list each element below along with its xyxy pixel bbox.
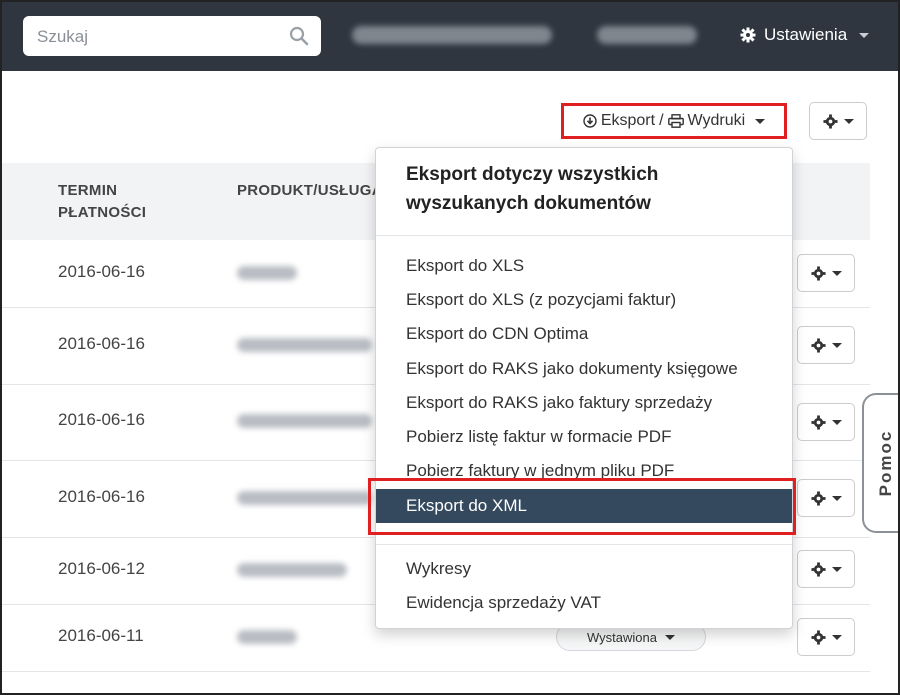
export-label: Eksport [600, 112, 656, 129]
menu-item-export-raks-accounting[interactable]: Eksport do RAKS jako dokumenty księgowe [376, 352, 792, 386]
export-dropdown-menu: Eksport dotyczy wszystkich wyszukanych d… [375, 147, 793, 629]
settings-menu[interactable]: Ustawienia [740, 23, 870, 47]
divider [376, 235, 792, 236]
chevron-down-icon [831, 342, 842, 348]
redacted-product-cell [237, 266, 297, 280]
due-date-cell: 2016-06-12 [58, 559, 145, 578]
redacted-product-cell [237, 491, 372, 505]
due-date-cell: 2016-06-16 [58, 262, 145, 281]
dropdown-header-line: wyszukanych dokumentów [406, 193, 651, 214]
chevron-down-icon [831, 270, 842, 276]
column-header-product[interactable]: PRODUKT/USŁUGA [237, 180, 377, 202]
search-input[interactable] [35, 16, 289, 58]
gear-icon [822, 113, 838, 129]
toolbar-settings-button[interactable] [809, 102, 867, 140]
gear-icon [810, 490, 826, 506]
redacted-product-cell [237, 563, 347, 577]
row-actions-button[interactable] [797, 550, 855, 588]
row-actions-button[interactable] [797, 326, 855, 364]
column-header-due-date[interactable]: TERMIN PŁATNOŚCI [58, 180, 188, 224]
help-tab[interactable]: Pomoc [862, 393, 900, 533]
menu-item-download-invoices-single-pdf[interactable]: Pobierz faktury w jednym pliku PDF [376, 454, 792, 488]
gear-icon [810, 337, 826, 353]
chevron-down-icon [843, 118, 854, 124]
menu-item-export-xls-items[interactable]: Eksport do XLS (z pozycjami faktur) [376, 283, 792, 317]
menu-item-download-invoice-list-pdf[interactable]: Pobierz listę faktur w formacie PDF [376, 420, 792, 454]
redacted-product-cell [237, 630, 297, 644]
chevron-down-icon [664, 634, 675, 640]
divider [376, 544, 792, 545]
export-separator: / [659, 112, 664, 129]
dropdown-header-line: Eksport dotyczy wszystkich [406, 164, 659, 185]
due-date-cell: 2016-06-16 [58, 410, 145, 429]
redacted-user-menu[interactable] [352, 26, 552, 44]
redacted-product-cell [237, 414, 372, 428]
print-icon [667, 114, 684, 128]
chevron-down-icon [831, 634, 842, 640]
menu-item-export-xml[interactable]: Eksport do XML [376, 489, 792, 523]
search-box [23, 16, 321, 58]
due-date-cell: 2016-06-11 [58, 626, 144, 645]
menu-item-export-raks-invoices[interactable]: Eksport do RAKS jako faktury sprzedaży [376, 386, 792, 420]
row-actions-button[interactable] [797, 403, 855, 441]
help-tab-label: Pomoc [876, 429, 895, 497]
menu-item-vat-sales-register[interactable]: Ewidencja sprzedaży VAT [376, 586, 792, 620]
row-actions-button[interactable] [797, 254, 855, 292]
gear-icon [810, 629, 826, 645]
gear-icon [810, 414, 826, 430]
gear-icon [810, 265, 826, 281]
redacted-company-menu[interactable] [597, 26, 697, 44]
column-header-line: PŁATNOŚCI [58, 204, 147, 221]
chevron-down-icon [831, 419, 842, 425]
chevron-down-icon [859, 32, 870, 38]
column-header-line: TERMIN [58, 182, 118, 199]
top-navbar: Ustawienia [0, 0, 900, 71]
status-label: Wystawiona [587, 629, 657, 645]
gear-icon [810, 561, 826, 577]
due-date-cell: 2016-06-16 [58, 487, 145, 506]
print-label: Wydruki [687, 112, 746, 129]
search-icon[interactable] [289, 26, 309, 46]
row-actions-button[interactable] [797, 618, 855, 656]
chevron-down-icon [831, 495, 842, 501]
download-icon [583, 114, 597, 128]
row-actions-button[interactable] [797, 479, 855, 517]
chevron-down-icon [831, 566, 842, 572]
export-print-button[interactable]: Eksport / Wydruki [561, 103, 787, 139]
due-date-cell: 2016-06-16 [58, 334, 145, 353]
chevron-down-icon [755, 118, 766, 124]
settings-label: Ustawienia [764, 25, 848, 44]
gear-icon [740, 27, 756, 43]
menu-item-charts[interactable]: Wykresy [376, 552, 792, 586]
dropdown-header: Eksport dotyczy wszystkich wyszukanych d… [406, 160, 766, 218]
menu-item-export-cdn-optima[interactable]: Eksport do CDN Optima [376, 317, 792, 351]
menu-item-export-xls[interactable]: Eksport do XLS [376, 249, 792, 283]
redacted-product-cell [237, 338, 372, 352]
